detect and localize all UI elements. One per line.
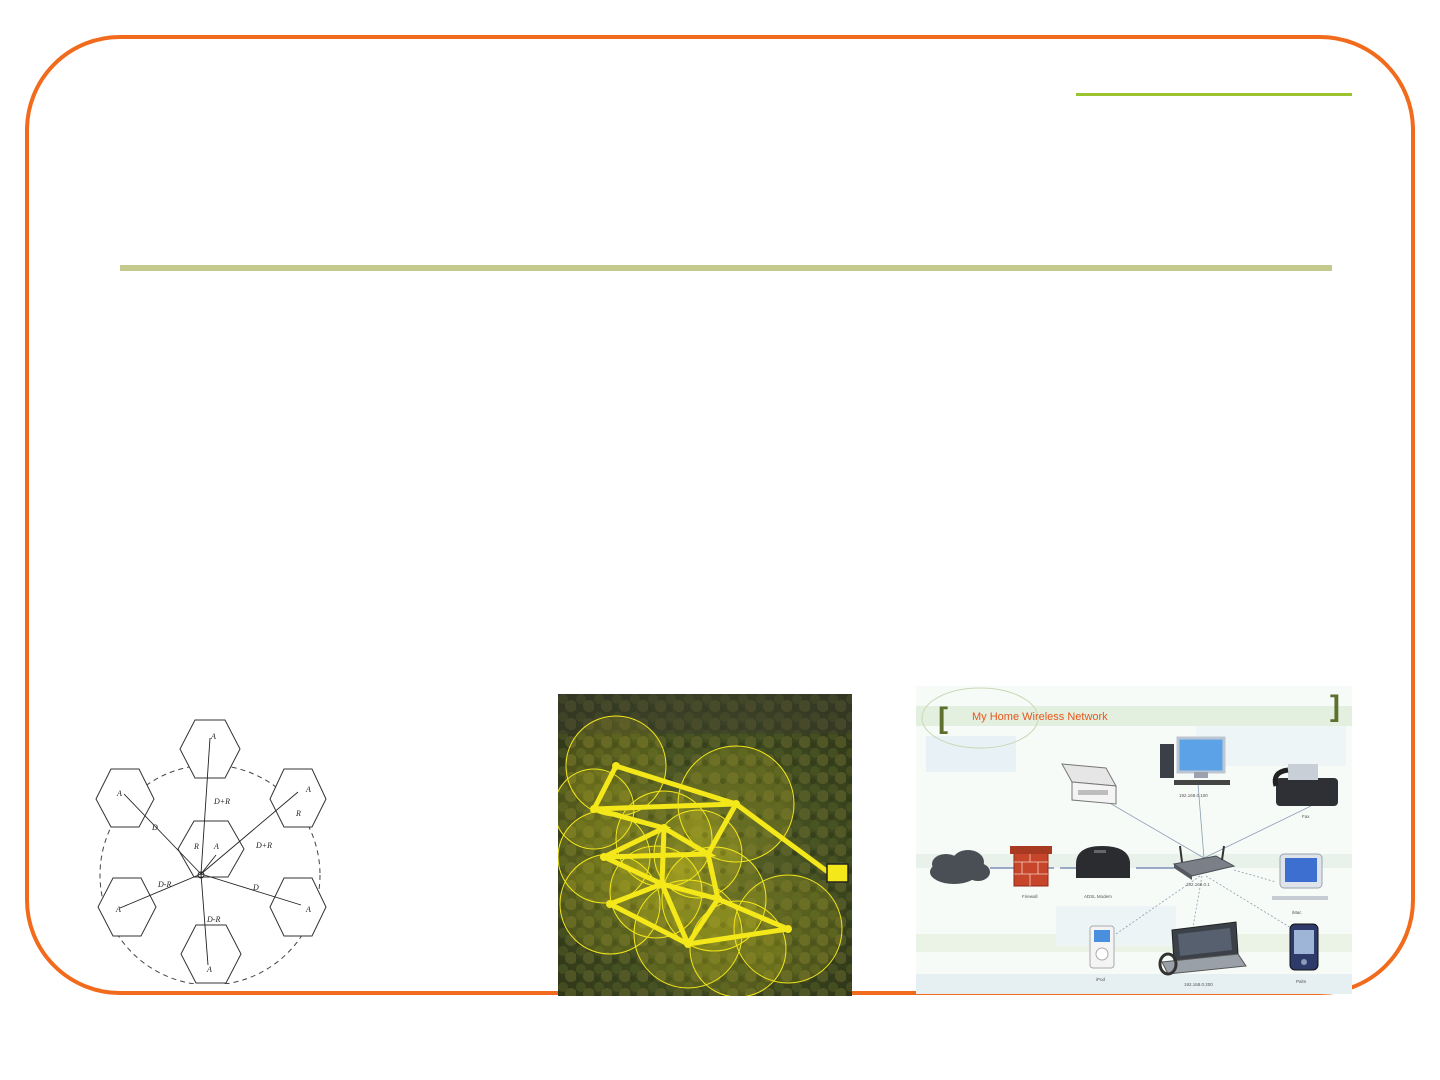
hex-label-r-center: R	[193, 842, 199, 851]
distance-label-top: D+R	[213, 797, 230, 806]
desktop-pc-icon	[1160, 736, 1230, 785]
firewall-caption: Firewall	[1022, 894, 1038, 899]
hex-label-a-top: A	[210, 732, 216, 741]
router-caption: 192.168.0.1	[1186, 882, 1210, 887]
network-diagram-svg: [ ] My Home Wireless Network 192.168.0.1…	[916, 687, 1352, 994]
fax-icon	[1272, 764, 1338, 806]
hex-label-a-bottom-right: A	[305, 905, 311, 914]
mesh-network-image	[558, 694, 852, 996]
distance-label-top-right: D+R	[255, 841, 272, 850]
hex-cell-top-left	[95, 768, 155, 828]
adsl-modem-caption: ADSL Modem	[1084, 894, 1112, 899]
desktop-pc-caption: 192.168.0.100	[1179, 793, 1208, 798]
distance-label-bottom-left: D-R	[157, 880, 171, 889]
fax-caption: Fax	[1302, 814, 1310, 819]
ipod-caption: iPod	[1096, 977, 1106, 982]
firewall-icon	[1010, 846, 1052, 887]
palm-icon	[1289, 923, 1319, 971]
palm-caption: Palm	[1296, 979, 1307, 984]
radius-label-top-right: R	[295, 809, 301, 818]
ipod-icon	[1089, 925, 1115, 969]
hex-cell-bottom	[180, 924, 242, 984]
gateway-node	[826, 863, 849, 883]
printer-icon	[1061, 763, 1117, 805]
hex-label-a-bottom-left: A	[115, 905, 121, 914]
distance-label-bottom: D-R	[206, 915, 220, 924]
laptop-icon	[1158, 921, 1247, 976]
title-right-bracket: ]	[1330, 690, 1340, 723]
hex-label-a-top-right: A	[305, 785, 311, 794]
distance-label-bottom-right: D	[252, 883, 259, 892]
title-left-bracket: [	[938, 702, 948, 735]
hex-label-a-bottom: A	[206, 965, 212, 974]
hex-label-a-center: A	[213, 842, 219, 851]
hex-cell-top	[179, 719, 241, 779]
hex-cell-bottom-left	[97, 877, 157, 937]
home-wireless-network-diagram: [ ] My Home Wireless Network 192.168.0.1…	[916, 686, 1352, 994]
accent-line	[1076, 93, 1352, 96]
hex-cell-top-right	[269, 768, 327, 828]
title-rule	[120, 265, 1332, 271]
hex-label-a-top-left: A	[116, 789, 122, 798]
laptop-caption: 192.168.0.200	[1184, 982, 1213, 987]
imac-icon	[1272, 853, 1328, 900]
hexagon-diagram-svg: A A A A A A R A D+R D+R D D-R D-R D R	[95, 719, 327, 984]
adsl-modem-icon	[1076, 846, 1130, 878]
wireless-router-icon	[1172, 845, 1236, 880]
background-stripes	[916, 687, 1352, 994]
hexagon-reuse-diagram: A A A A A A R A D+R D+R D D-R D-R D R	[88, 712, 340, 984]
distance-label-top-left: D	[151, 823, 158, 832]
imac-caption: iMac	[1292, 910, 1302, 915]
hex-cell-bottom-right	[269, 877, 327, 937]
network-diagram-title: My Home Wireless Network	[972, 711, 1108, 723]
mesh-network-svg	[558, 694, 852, 996]
hex-cell-center	[177, 820, 245, 878]
